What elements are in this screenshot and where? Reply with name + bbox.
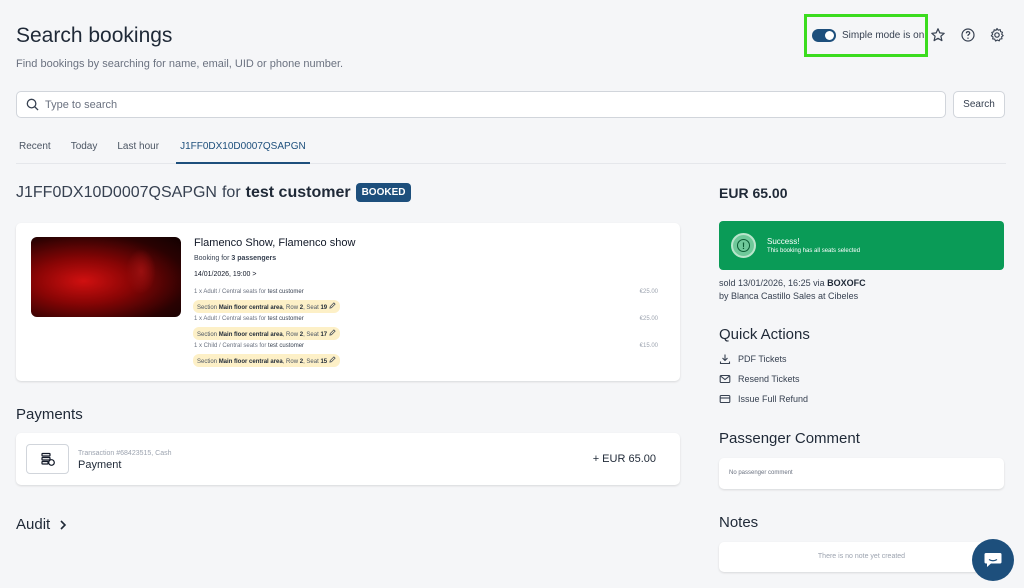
star-icon[interactable]: [930, 27, 946, 43]
audit-toggle[interactable]: Audit: [16, 516, 69, 533]
sold-info: sold 13/01/2026, 16:25 via BOXOFC by Bla…: [719, 278, 866, 301]
payment-label: Payment: [78, 459, 122, 471]
booking-heading: J1FF0DX10D0007QSAPGN for test customer B…: [16, 183, 412, 202]
seat-tag[interactable]: Section Main floor central area, Row 2, …: [193, 300, 340, 313]
event-card: Flamenco Show, Flamenco show Booking for…: [16, 223, 680, 381]
success-text: This booking has all seats selected: [767, 248, 861, 254]
payment-transaction: Transaction #68423515, Cash: [78, 450, 172, 457]
pencil-icon[interactable]: [329, 356, 336, 363]
ticket-line: 1 x Adult / Central seats for test custo…: [194, 316, 304, 322]
passenger-comment-heading: Passenger Comment: [719, 430, 860, 447]
tab-bar: Recent Today Last hour J1FF0DX10D0007QSA…: [16, 136, 1006, 164]
issue-refund-action[interactable]: Issue Full Refund: [719, 393, 808, 405]
event-title: Flamenco Show, Flamenco show: [194, 237, 356, 249]
ticket-price: €25.00: [639, 316, 658, 322]
ticket-price: €15.00: [639, 343, 658, 349]
quick-actions-heading: Quick Actions: [719, 326, 810, 343]
search-button[interactable]: Search: [953, 91, 1005, 118]
pencil-icon[interactable]: [329, 329, 336, 336]
page-title: Search bookings: [16, 24, 173, 47]
search-icon: [26, 98, 39, 111]
event-datetime[interactable]: 14/01/2026, 19:00 >: [194, 271, 256, 278]
seat-tag[interactable]: Section Main floor central area, Row 2, …: [193, 327, 340, 340]
tab-last-hour[interactable]: Last hour: [114, 136, 162, 164]
gear-icon[interactable]: [989, 27, 1005, 43]
payment-icon: [26, 444, 69, 474]
status-badge: BOOKED: [355, 183, 412, 202]
ticket-price: €25.00: [639, 289, 658, 295]
search-box[interactable]: [16, 91, 946, 118]
tab-recent[interactable]: Recent: [16, 136, 54, 164]
chat-button[interactable]: [972, 539, 1014, 581]
booking-customer: test customer: [245, 183, 351, 201]
simple-mode-toggle[interactable]: [812, 29, 836, 42]
chevron-right-icon: [60, 519, 67, 530]
booking-for: for: [221, 183, 241, 201]
payment-card[interactable]: Transaction #68423515, Cash Payment + EU…: [16, 433, 680, 485]
success-banner: ! Success! This booking has all seats se…: [719, 221, 1004, 270]
tab-today[interactable]: Today: [68, 136, 101, 164]
help-icon[interactable]: [960, 27, 976, 43]
tab-booking[interactable]: J1FF0DX10D0007QSAPGN: [176, 136, 310, 164]
payment-amount: + EUR 65.00: [592, 453, 656, 465]
ticket-line: 1 x Adult / Central seats for test custo…: [194, 289, 304, 295]
total-amount: EUR 65.00: [719, 185, 788, 201]
notes-heading: Notes: [719, 514, 759, 531]
booking-for-text: Booking for 3 passengers: [194, 255, 277, 262]
download-icon: [719, 354, 731, 365]
event-image: [31, 237, 181, 317]
pencil-icon[interactable]: [329, 302, 336, 309]
payments-heading: Payments: [16, 406, 83, 423]
success-title: Success!: [767, 237, 800, 246]
chat-icon: [984, 553, 1002, 567]
audit-heading: Audit: [16, 516, 51, 533]
alert-icon: !: [731, 233, 756, 258]
pdf-tickets-action[interactable]: PDF Tickets: [719, 353, 787, 365]
ticket-line: 1 x Child / Central seats for test custo…: [194, 343, 305, 349]
seat-tag[interactable]: Section Main floor central area, Row 2, …: [193, 354, 340, 367]
search-input[interactable]: [45, 98, 845, 111]
simple-mode-toggle-area[interactable]: Simple mode is on: [804, 14, 928, 57]
notes-card: There is no note yet created: [719, 542, 1004, 572]
passenger-comment-card: No passenger comment: [719, 458, 1004, 489]
simple-mode-label: Simple mode is on: [842, 30, 925, 41]
page-subtitle: Find bookings by searching for name, ema…: [16, 58, 344, 70]
mail-icon: [719, 374, 731, 384]
booking-code: J1FF0DX10D0007QSAPGN: [16, 183, 217, 201]
credit-card-icon: [719, 394, 731, 404]
resend-tickets-action[interactable]: Resend Tickets: [719, 373, 800, 385]
